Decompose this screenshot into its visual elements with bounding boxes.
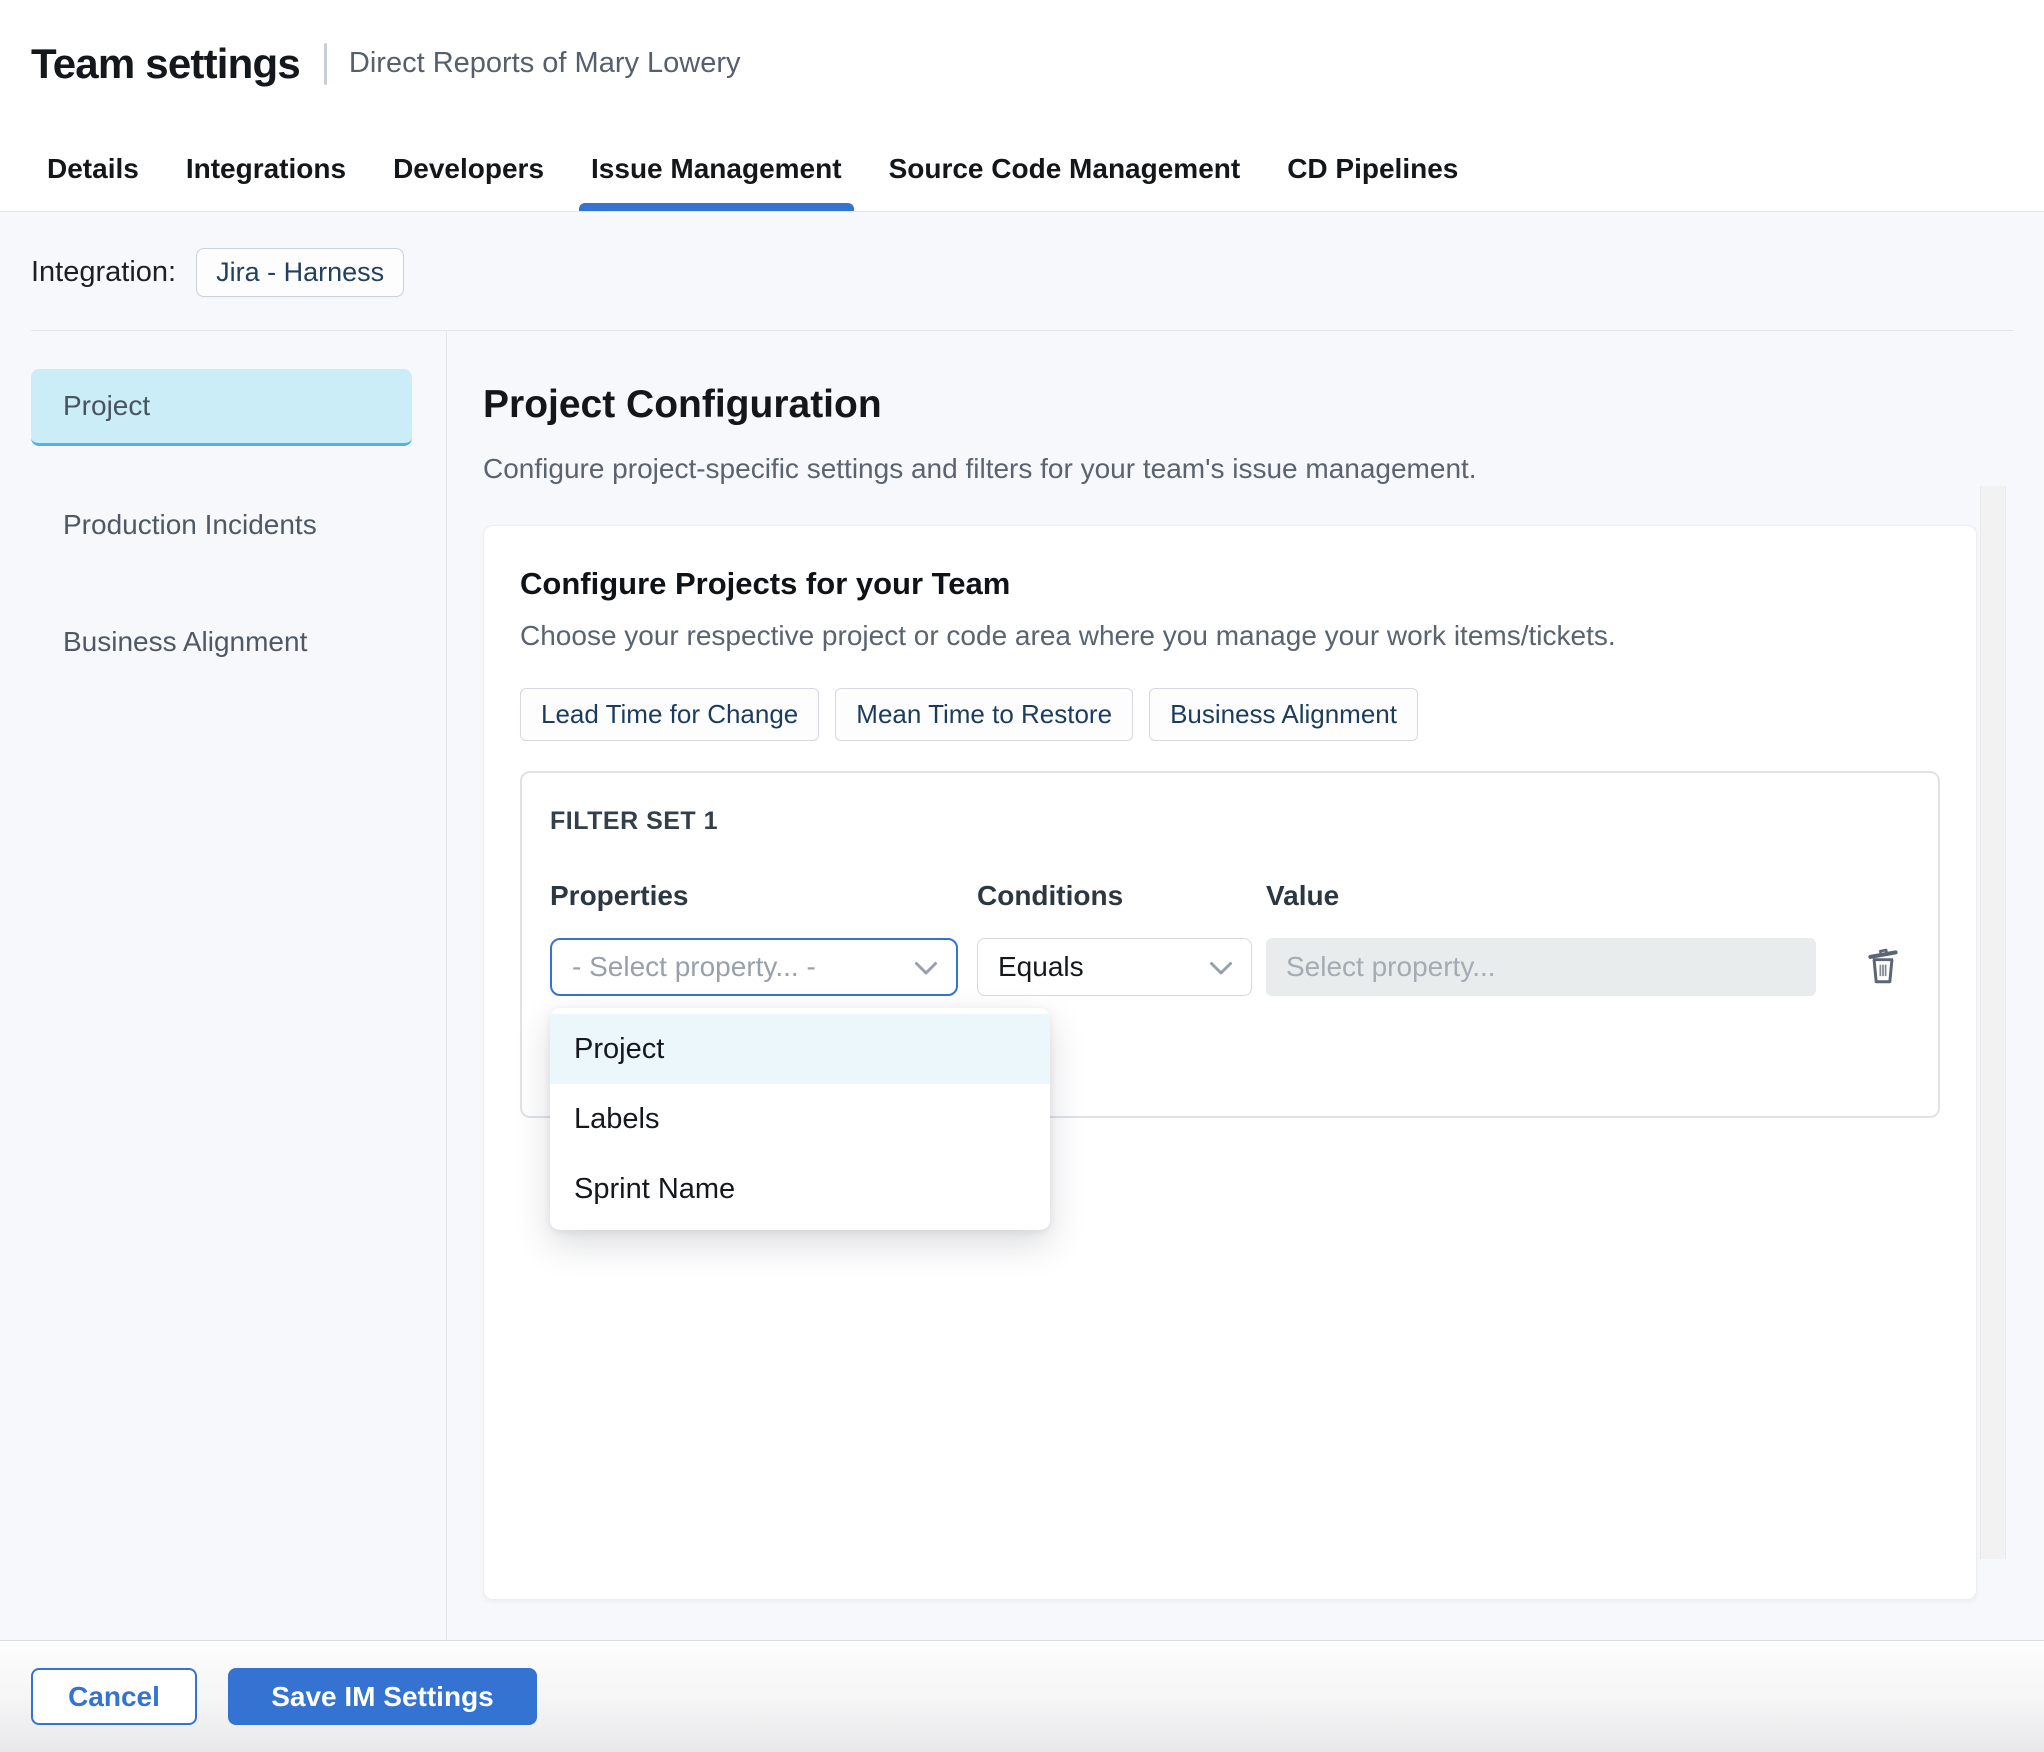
tab-developers[interactable]: Developers [393, 127, 544, 211]
page-title: Team settings [31, 39, 301, 87]
configure-projects-card: Configure Projects for your Team Choose … [483, 525, 1977, 1600]
tab-developers-label: Developers [393, 153, 545, 184]
title-divider [323, 42, 327, 85]
integration-chip[interactable]: Jira - Harness [196, 248, 405, 297]
sidebar-item-project-label: Project [63, 390, 151, 421]
properties-dropdown: Project Labels Sprint Name [550, 1008, 1050, 1230]
cancel-button[interactable]: Cancel [31, 1668, 197, 1725]
conditions-column-header: Conditions [977, 880, 1124, 911]
scrollbar-track[interactable] [1980, 486, 2006, 1559]
metric-chips: Lead Time for Change Mean Time to Restor… [520, 688, 1940, 741]
conditions-select-value: Equals [998, 951, 1084, 982]
section-subtitle: Configure project-specific settings and … [483, 453, 1477, 484]
tab-issue-management-label: Issue Management [591, 153, 842, 184]
tab-cd-pipelines-label: CD Pipelines [1287, 153, 1459, 184]
sidebar-item-business-alignment[interactable]: Business Alignment [31, 603, 412, 680]
dropdown-option-labels[interactable]: Labels [550, 1084, 1050, 1154]
integration-row: Integration: Jira - Harness [0, 212, 2044, 330]
chevron-down-icon [914, 951, 938, 983]
chip-business-alignment[interactable]: Business Alignment [1149, 688, 1418, 741]
filter-column-headers: Properties Conditions Value [550, 880, 1910, 912]
filter-controls-row: - Select property... - Equals Select pro… [550, 938, 1910, 1230]
footer-action-bar: Cancel Save IM Settings [0, 1640, 2044, 1752]
tab-bar: Details Integrations Developers Issue Ma… [0, 127, 2044, 212]
card-subtitle: Choose your respective project or code a… [520, 620, 1616, 651]
card-title: Configure Projects for your Team [520, 566, 1011, 601]
team-settings-page: Team settings Direct Reports of Mary Low… [0, 0, 2044, 1752]
main-panel: Project Configuration Configure project-… [447, 331, 2044, 1640]
dropdown-option-sprint-name[interactable]: Sprint Name [550, 1154, 1050, 1224]
trash-icon [1862, 943, 1904, 992]
tab-cd-pipelines[interactable]: CD Pipelines [1287, 127, 1458, 211]
tab-source-code-management-label: Source Code Management [888, 153, 1241, 184]
body-row: Project Production Incidents Business Al… [0, 331, 2044, 1640]
tab-details[interactable]: Details [47, 127, 139, 211]
sidebar-item-business-alignment-label: Business Alignment [63, 625, 308, 657]
page-subtitle: Direct Reports of Mary Lowery [348, 47, 741, 79]
delete-filter-button[interactable] [1862, 944, 1904, 990]
value-column-header: Value [1266, 880, 1340, 911]
content-area: Integration: Jira - Harness Project Prod… [0, 212, 2044, 1640]
value-input[interactable] [1266, 938, 1816, 996]
tab-details-label: Details [47, 153, 139, 184]
sidebar-item-project[interactable]: Project [31, 369, 412, 446]
properties-select[interactable]: - Select property... - [550, 938, 958, 996]
section-title: Project Configuration [483, 383, 882, 426]
settings-sidebar: Project Production Incidents Business Al… [0, 331, 447, 1640]
properties-select-placeholder: - Select property... - [572, 951, 816, 982]
dropdown-option-project[interactable]: Project [550, 1014, 1050, 1084]
save-im-settings-button[interactable]: Save IM Settings [228, 1668, 537, 1725]
integration-label: Integration: [31, 256, 177, 288]
filter-set-card: FILTER SET 1 Properties Conditions Value… [520, 771, 1940, 1230]
page-header: Team settings Direct Reports of Mary Low… [0, 0, 2044, 127]
properties-column-header: Properties [550, 880, 689, 911]
sidebar-item-production-incidents-label: Production Incidents [63, 508, 317, 540]
tab-integrations[interactable]: Integrations [186, 127, 346, 211]
sidebar-item-production-incidents[interactable]: Production Incidents [31, 486, 412, 563]
filter-set-title: FILTER SET 1 [550, 807, 719, 835]
chip-mean-time-to-restore[interactable]: Mean Time to Restore [835, 688, 1134, 741]
tab-integrations-label: Integrations [185, 153, 347, 184]
chevron-down-icon [1209, 951, 1233, 983]
tab-source-code-management[interactable]: Source Code Management [889, 127, 1241, 211]
conditions-select[interactable]: Equals [977, 938, 1252, 996]
tab-issue-management[interactable]: Issue Management [579, 127, 854, 211]
chip-lead-time-for-change[interactable]: Lead Time for Change [520, 688, 820, 741]
